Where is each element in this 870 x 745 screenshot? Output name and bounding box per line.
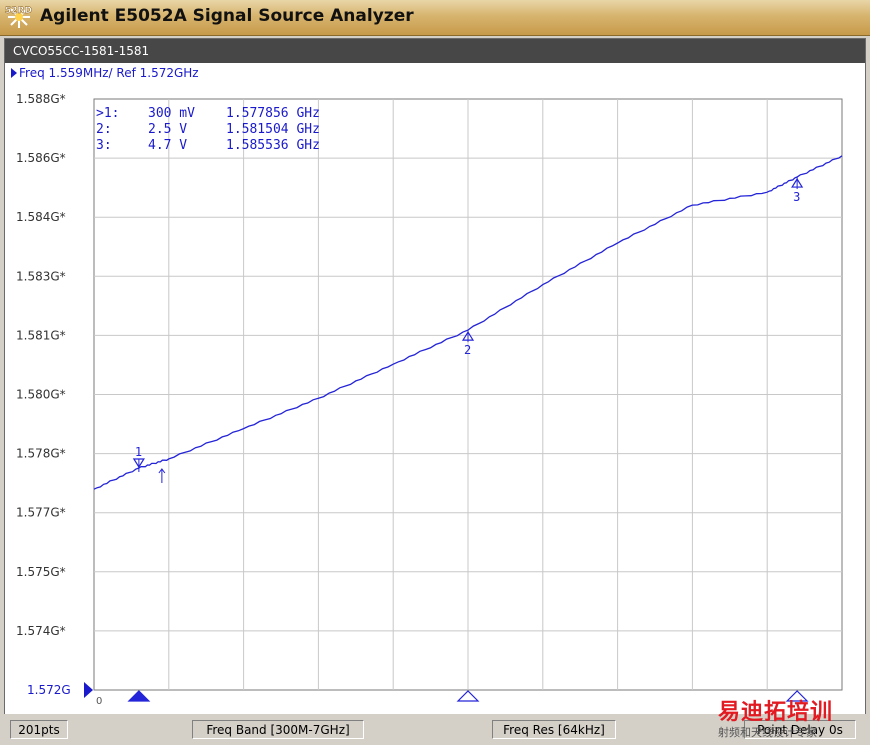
y-tick-label: 1.583G* [16, 269, 66, 283]
y-tick-label: 1.577G* [16, 506, 66, 520]
marker-table-freq: 1.577856 GHz [226, 106, 320, 121]
y-tick-label: 1.574G* [16, 624, 66, 638]
marker-table-id: 2: [96, 122, 112, 137]
points-status[interactable]: 201pts [10, 720, 68, 739]
marker-number: 3 [793, 190, 800, 204]
y-tick-label: 1.580G* [16, 388, 66, 402]
x-start-label: 0 [96, 696, 102, 707]
marker-number: 2 [464, 343, 471, 357]
marker-table-freq: 1.585536 GHz [226, 138, 320, 153]
grid [93, 98, 843, 691]
marker-position-icon [456, 690, 480, 702]
y-tick-label: 1.584G* [16, 210, 66, 224]
y-tick-label: 1.588G* [16, 92, 66, 106]
status-bar: 201pts Freq Band [300M-7GHz] Freq Res [6… [0, 714, 870, 745]
marker-table-voltage: 2.5 V [148, 122, 187, 137]
freq-band-status[interactable]: Freq Band [300M-7GHz] [192, 720, 364, 739]
point-delay-status[interactable]: Point Delay 0s [744, 720, 856, 739]
y-tick-label: 1.575G* [16, 565, 66, 579]
bottom-indicators [127, 690, 809, 702]
y-tick-label: 1.586G* [16, 151, 66, 165]
ref-label: 1.572G [27, 683, 71, 697]
y-tick-label: 1.578G* [16, 447, 66, 461]
marker-position-icon [127, 690, 151, 702]
marker-table-freq: 1.581504 GHz [226, 122, 320, 137]
marker-number: 1 [135, 445, 142, 459]
y-axis-labels: 1.588G* 1.586G* 1.584G* 1.583G* 1.581G* 1.580… [16, 92, 102, 707]
freq-res-status[interactable]: Freq Res [64kHz] [492, 720, 616, 739]
marker-position-icon [785, 690, 809, 702]
marker-table-voltage: 300 mV [148, 106, 195, 121]
ref-arrow-icon [84, 682, 93, 698]
frequency-chart: 1.588G* 1.586G* 1.584G* 1.583G* 1.581G* 1.580… [16, 92, 843, 707]
marker-table-id: >1: [96, 106, 119, 121]
y-tick-label: 1.581G* [16, 328, 66, 342]
marker-table-id: 3: [96, 138, 112, 153]
marker-table-voltage: 4.7 V [148, 138, 187, 153]
